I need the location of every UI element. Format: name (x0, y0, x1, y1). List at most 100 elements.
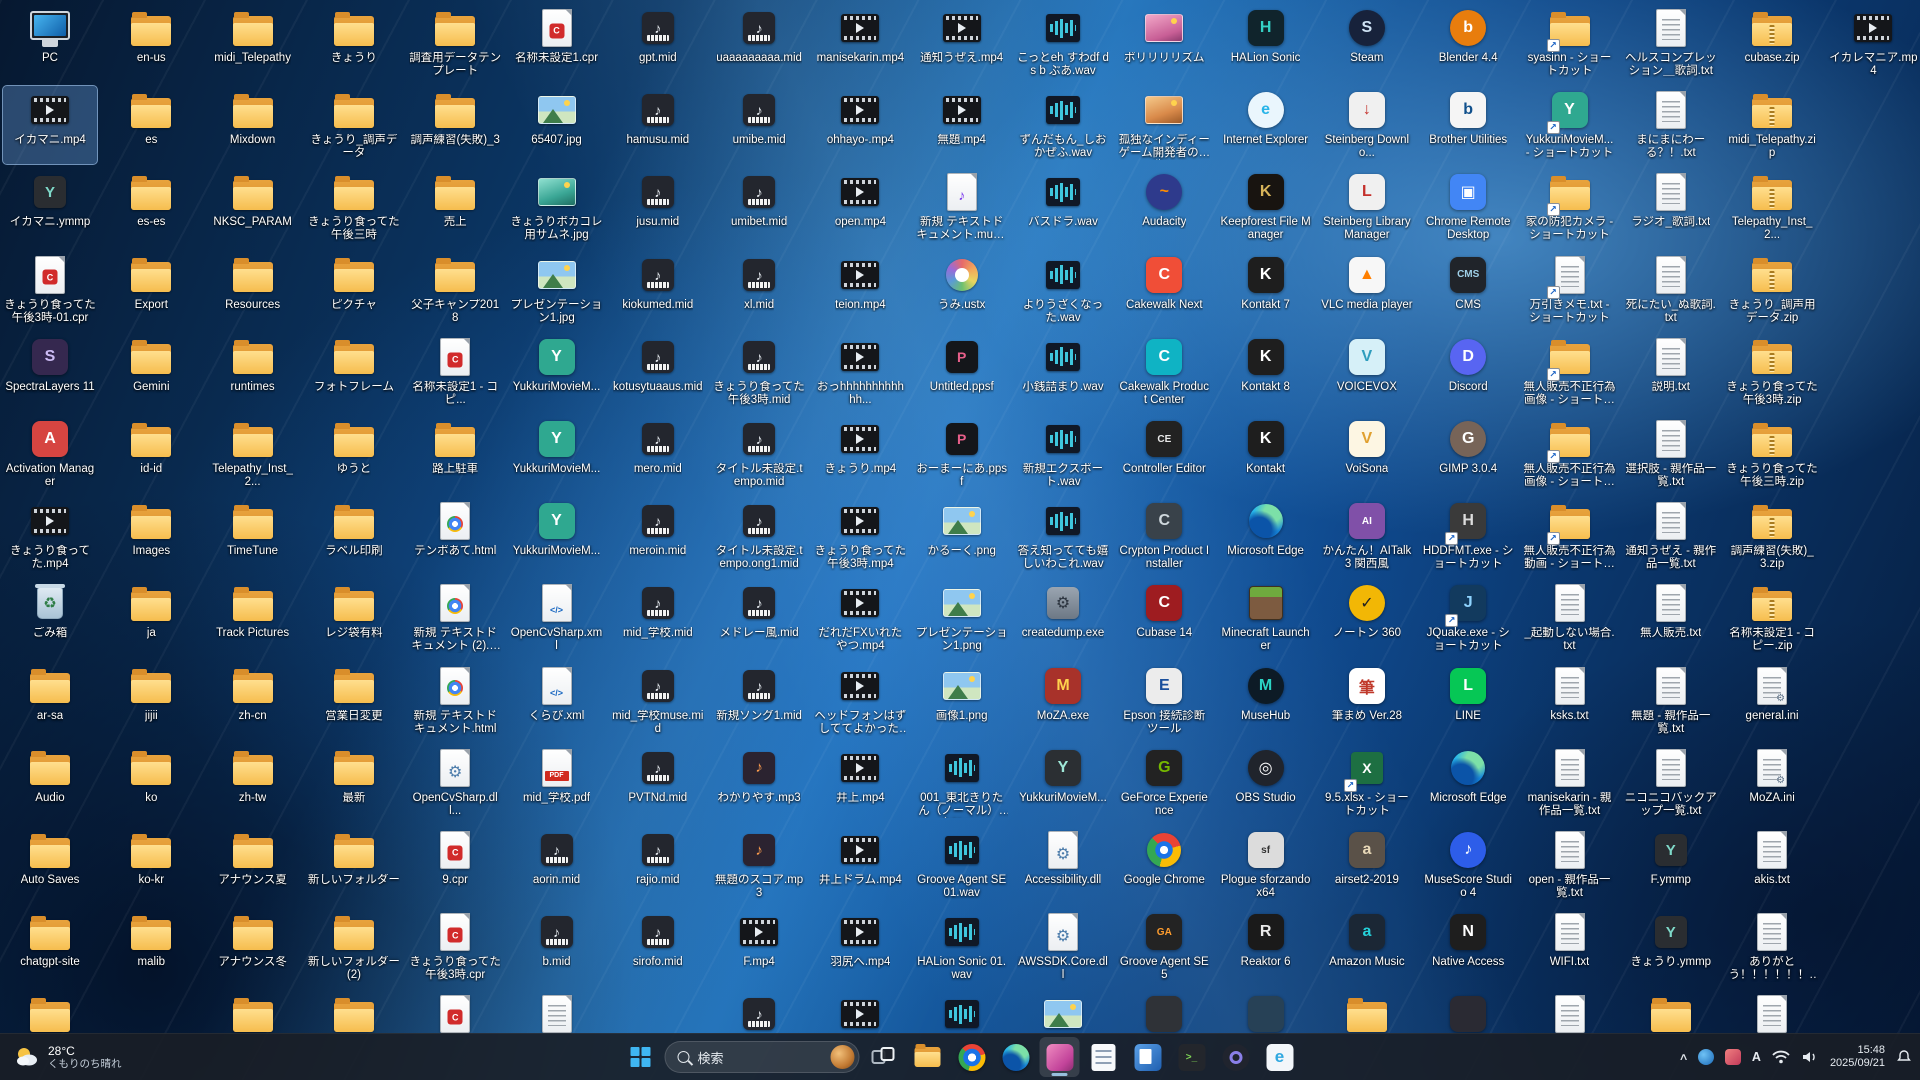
desktop-icon[interactable]: midi_Telepathy (206, 4, 300, 82)
desktop-icon[interactable]: 最新 (307, 744, 401, 822)
desktop-icon[interactable]: きょうり食ってた午後三時.zip (1725, 415, 1819, 493)
desktop-icon[interactable]: Yきょうり.ymmp (1624, 908, 1718, 986)
desktop-icon[interactable]: ↗無人販売不正行為動画 - ショートカット (1523, 497, 1617, 575)
desktop-icon[interactable]: イカレマニア.mp4 (1826, 4, 1920, 82)
desktop-icon[interactable]: ♪mero.mid (611, 415, 705, 493)
desktop-icon[interactable]: ♪b.mid (510, 908, 604, 986)
desktop-icon[interactable]: sfPlogue sforzando x64 (1219, 826, 1313, 904)
desktop-icon[interactable]: MMuseHub (1219, 662, 1313, 740)
desktop-icon[interactable]: Groove Agent SE 01.wav (915, 826, 1009, 904)
desktop-icon[interactable]: ♪新規 テキストドキュメント.musicxml (915, 168, 1009, 246)
desktop-icon[interactable]: RReaktor 6 (1219, 908, 1313, 986)
desktop-icon[interactable]: Track Pictures (206, 579, 300, 657)
desktop-icon[interactable]: ♪rajio.mid (611, 826, 705, 904)
desktop-icon[interactable]: ずんだもん_しおかぜふ.wav (1016, 86, 1110, 164)
desktop-icon[interactable]: Export (104, 251, 198, 329)
desktop-icon[interactable]: DDiscord (1421, 333, 1515, 411)
desktop-icon[interactable]: 小銭詰まり.wav (1016, 333, 1110, 411)
tray-app-icon-blue[interactable] (1698, 1049, 1714, 1065)
desktop-icon[interactable]: ♪mid_学校muse.mid (611, 662, 705, 740)
desktop-icon[interactable]: 答え知ってても嬉しいわこれ.wav (1016, 497, 1110, 575)
desktop-icon[interactable]: 65407.jpg (510, 86, 604, 164)
desktop-icon[interactable]: ko (104, 744, 198, 822)
desktop-icon[interactable]: Minecraft Launcher (1219, 579, 1313, 657)
desktop-icon[interactable]: X↗9.5.xlsx - ショートカット (1320, 744, 1414, 822)
desktop-icon[interactable]: YYukkuriMovieM... (510, 333, 604, 411)
taskbar-media-app[interactable] (1216, 1037, 1256, 1077)
desktop-icon[interactable]: AIかんたん！AITalk 3 関西風 (1320, 497, 1414, 575)
desktop-icon[interactable]: eInternet Explorer (1219, 86, 1313, 164)
desktop-icon[interactable]: 説明.txt (1624, 333, 1718, 411)
desktop-icon[interactable]: ♪kiokumed.mid (611, 251, 705, 329)
desktop-icon[interactable]: ♪タイトル未設定.tempo.ong1.mid (712, 497, 806, 575)
desktop-icon[interactable]: ヘッドフォンはずしててよかった.mp4 (813, 662, 907, 740)
desktop-icon[interactable]: NKSC_PARAM (206, 168, 300, 246)
desktop-icon[interactable]: Auto Saves (3, 826, 97, 904)
desktop-icon[interactable]: CCakewalk Next (1117, 251, 1211, 329)
desktop-icon[interactable]: かるーく.png (915, 497, 1009, 575)
desktop-icon[interactable]: きょうり食ってた午後3時.mp4 (813, 497, 907, 575)
desktop-icon[interactable]: ♪タイトル未設定.tempo.mid (712, 415, 806, 493)
desktop-icon[interactable]: HALion Sonic 01.wav (915, 908, 1009, 986)
desktop-icon[interactable]: ohhayo-.mp4 (813, 86, 907, 164)
desktop-icon[interactable]: ↗無人販売不正行為画像 - ショートカット (1523, 333, 1617, 411)
desktop-icon[interactable]: 営業日変更 (307, 662, 401, 740)
desktop-icon[interactable]: id-id (104, 415, 198, 493)
taskbar-microsoft-edge[interactable] (996, 1037, 1036, 1077)
desktop-icon[interactable]: イカマニ.mp4 (3, 86, 97, 164)
desktop-icon[interactable]: aAmazon Music (1320, 908, 1414, 986)
desktop-icon[interactable]: ありがとう！！！！！！.txt (1725, 908, 1819, 986)
desktop-icon[interactable]: Y↗YukkuriMovieM... - ショートカット (1523, 86, 1617, 164)
desktop-icon[interactable]: CCakewalk Product Center (1117, 333, 1211, 411)
desktop-icon[interactable]: manisekarin.mp4 (813, 4, 907, 82)
desktop-icon[interactable]: Yイカマニ.ymmp (3, 168, 97, 246)
desktop-icon[interactable]: PDFmid_学校.pdf (510, 744, 604, 822)
desktop-icon[interactable]: aairset2-2019 (1320, 826, 1414, 904)
desktop-icon[interactable]: 選択肢 - 親作品一覧.txt (1624, 415, 1718, 493)
desktop-icon[interactable]: CMSCMS (1421, 251, 1515, 329)
desktop-icon[interactable]: 新規 テキストドキュメント (2).html (408, 579, 502, 657)
desktop-icon[interactable]: ♪meroin.mid (611, 497, 705, 575)
desktop-icon[interactable]: うみ.ustx (915, 251, 1009, 329)
desktop-icon[interactable]: ♪uaaaaaaaaa.mid (712, 4, 806, 82)
desktop-icon[interactable]: LLINE (1421, 662, 1515, 740)
taskbar-google-chrome[interactable] (952, 1037, 992, 1077)
desktop-icon[interactable]: CCrypton Product Installer (1117, 497, 1211, 575)
ime-indicator[interactable]: A (1752, 1050, 1761, 1064)
taskbar-terminal-app[interactable] (1172, 1037, 1212, 1077)
desktop-icon[interactable]: J↗JQuake.exe - ショートカット (1421, 579, 1515, 657)
desktop-icon[interactable]: きょうり_調声データ (307, 86, 401, 164)
desktop-icon[interactable]: ↗家の防犯カメラ - ショートカット (1523, 168, 1617, 246)
desktop-icon[interactable]: 孤独なインディーゲーム開発者の一生... (1117, 86, 1211, 164)
desktop-icon[interactable]: きょうり食ってた午後3時.zip (1725, 333, 1819, 411)
desktop-icon[interactable]: ゆうと (307, 415, 401, 493)
desktop-icon[interactable]: C名称未設定1.cpr (510, 4, 604, 82)
desktop-icon[interactable]: cubase.zip (1725, 4, 1819, 82)
desktop-icon[interactable]: YYukkuriMovieM... (510, 415, 604, 493)
desktop-icon[interactable]: NNative Access (1421, 908, 1515, 986)
desktop-icon[interactable]: ⚙general.ini (1725, 662, 1819, 740)
desktop-icon[interactable]: LSteinberg Library Manager (1320, 168, 1414, 246)
desktop-icon[interactable]: ⚙AWSSDK.Core.dll (1016, 908, 1110, 986)
desktop-icon[interactable]: レジ袋有料 (307, 579, 401, 657)
desktop-icon[interactable]: midi_Telepathy.zip (1725, 86, 1819, 164)
desktop-icon[interactable]: Google Chrome (1117, 826, 1211, 904)
desktop-icon[interactable]: bBrother Utilities (1421, 86, 1515, 164)
desktop-icon[interactable]: ♪umibet.mid (712, 168, 806, 246)
desktop-icon[interactable]: 通知うぜえ.mp4 (915, 4, 1009, 82)
desktop-icon[interactable]: es (104, 86, 198, 164)
desktop-icon[interactable]: 父子キャンプ2018 (408, 251, 502, 329)
desktop-icon[interactable]: ♪umibe.mid (712, 86, 806, 164)
desktop-icon[interactable]: 新規エクスポート.wav (1016, 415, 1110, 493)
desktop-icon[interactable]: ksks.txt (1523, 662, 1617, 740)
tray-app-icon-pink[interactable] (1725, 1049, 1741, 1065)
desktop-icon[interactable]: プレゼンテーション1.jpg (510, 251, 604, 329)
desktop-icon[interactable]: ⚙OpenCvSharp.dll... (408, 744, 502, 822)
desktop-icon[interactable]: ja (104, 579, 198, 657)
desktop-icon[interactable]: きょうり食ってた午後三時 (307, 168, 401, 246)
desktop-icon[interactable]: teion.mp4 (813, 251, 907, 329)
desktop-icon[interactable]: ♪わかりやす.mp3 (712, 744, 806, 822)
desktop-icon[interactable]: ♪mid_学校.mid (611, 579, 705, 657)
desktop-icon[interactable]: 井上.mp4 (813, 744, 907, 822)
desktop-icon[interactable]: ♪kotusytuaaus.mid (611, 333, 705, 411)
